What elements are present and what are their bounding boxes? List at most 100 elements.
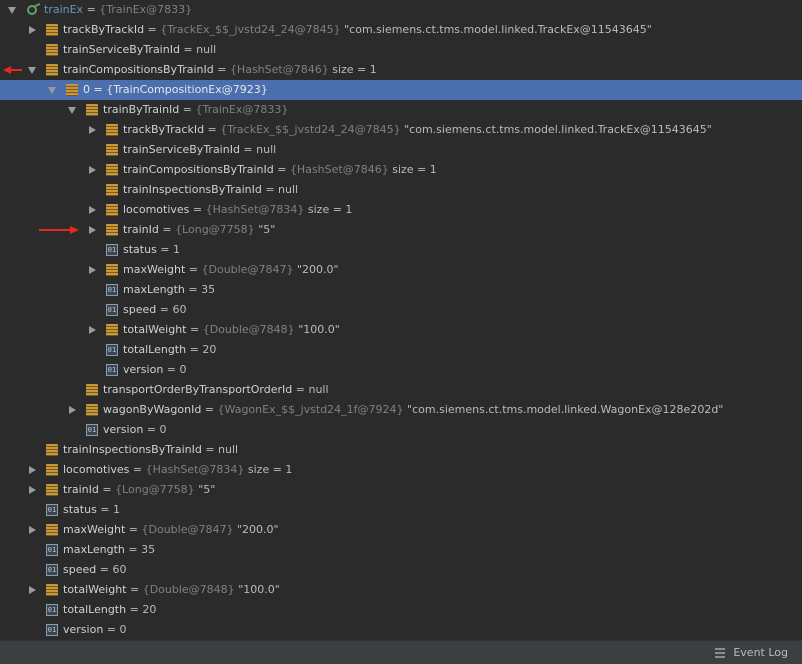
tree-row-label: version = 0 bbox=[103, 420, 167, 440]
collapse-toggle[interactable] bbox=[46, 80, 58, 100]
tree-row[interactable]: locomotives = {HashSet@7834} size = 1 bbox=[0, 200, 802, 220]
equals-sign: = bbox=[129, 463, 146, 476]
tree-row[interactable]: 01 speed = 60 bbox=[0, 300, 802, 320]
variable-name: status bbox=[123, 243, 157, 256]
tree-row[interactable]: trackByTrackId = {TrackEx_$$_jvstd24_24@… bbox=[0, 20, 802, 40]
tree-row-label: trainServiceByTrainId = null bbox=[63, 40, 216, 60]
variable-name: speed bbox=[123, 303, 157, 316]
tree-row[interactable]: 01 version = 0 bbox=[0, 620, 802, 640]
variable-name: wagonByWagonId bbox=[103, 403, 202, 416]
tree-row-label: maxLength = 35 bbox=[123, 280, 215, 300]
variable-name: trainCompositionsByTrainId bbox=[123, 163, 274, 176]
variable-value: null bbox=[196, 43, 217, 56]
tree-row[interactable]: totalWeight = {Double@7848} "100.0" bbox=[0, 580, 802, 600]
tree-row-label: totalLength = 20 bbox=[123, 340, 216, 360]
variable-name: trainCompositionsByTrainId bbox=[63, 63, 214, 76]
tree-row[interactable]: totalWeight = {Double@7848} "100.0" bbox=[0, 320, 802, 340]
tree-row[interactable]: 01 speed = 60 bbox=[0, 560, 802, 580]
object-reference: {Long@7758} bbox=[115, 483, 195, 496]
variable-value: 0 bbox=[159, 423, 167, 436]
tree-row[interactable]: wagonByWagonId = {WagonEx_$$_jvstd24_1f@… bbox=[0, 400, 802, 420]
expand-toggle[interactable] bbox=[86, 220, 98, 240]
tree-row[interactable]: trainId = {Long@7758} "5" bbox=[0, 480, 802, 500]
primitive-field-icon: 01 bbox=[106, 304, 118, 316]
tree-row-label: totalLength = 20 bbox=[63, 600, 156, 620]
object-reference: {Double@7847} bbox=[201, 263, 294, 276]
equals-sign: = bbox=[186, 323, 203, 336]
expand-toggle[interactable] bbox=[26, 20, 38, 40]
tree-row[interactable]: locomotives = {HashSet@7834} size = 1 bbox=[0, 460, 802, 480]
variable-value: "com.siemens.ct.tms.model.linked.WagonEx… bbox=[407, 403, 724, 416]
expand-toggle[interactable] bbox=[26, 480, 38, 500]
red-arrow-annotation bbox=[39, 226, 79, 234]
equals-sign: = bbox=[163, 363, 180, 376]
tree-row[interactable]: 01 version = 0 bbox=[0, 360, 802, 380]
expand-toggle[interactable] bbox=[26, 460, 38, 480]
tree-row[interactable]: 01 maxLength = 35 bbox=[0, 280, 802, 300]
field-icon bbox=[46, 64, 58, 76]
tree-row[interactable]: trainCompositionsByTrainId = {HashSet@78… bbox=[0, 60, 802, 80]
expand-toggle[interactable] bbox=[26, 520, 38, 540]
variable-name: maxLength bbox=[63, 543, 125, 556]
variable-name: version bbox=[103, 423, 144, 436]
tree-row[interactable]: 01 totalLength = 20 bbox=[0, 340, 802, 360]
tree-row[interactable]: 01 maxLength = 35 bbox=[0, 540, 802, 560]
variable-name: trainInspectionsByTrainId bbox=[123, 183, 262, 196]
primitive-field-icon: 01 bbox=[46, 604, 58, 616]
variable-value: "200.0" bbox=[237, 523, 279, 536]
variable-name: trainServiceByTrainId bbox=[123, 143, 240, 156]
collapse-toggle[interactable] bbox=[66, 100, 78, 120]
equals-sign: = bbox=[156, 303, 173, 316]
tree-row[interactable]: maxWeight = {Double@7847} "200.0" bbox=[0, 520, 802, 540]
object-reference: {HashSet@7834} bbox=[145, 463, 245, 476]
tree-row[interactable]: maxWeight = {Double@7847} "200.0" bbox=[0, 260, 802, 280]
expand-toggle[interactable] bbox=[66, 400, 78, 420]
tree-row-label: totalWeight = {Double@7848} "100.0" bbox=[63, 580, 280, 600]
variable-value: "100.0" bbox=[298, 323, 340, 336]
tree-row-label: trainInspectionsByTrainId = null bbox=[123, 180, 298, 200]
variable-name: transportOrderByTransportOrderId bbox=[103, 383, 293, 396]
equals-sign: = bbox=[186, 343, 203, 356]
tree-row[interactable]: trackByTrackId = {TrackEx_$$_jvstd24_24@… bbox=[0, 120, 802, 140]
expand-toggle[interactable] bbox=[86, 320, 98, 340]
expand-toggle[interactable] bbox=[86, 160, 98, 180]
tree-row[interactable]: transportOrderByTransportOrderId = null bbox=[0, 380, 802, 400]
expand-toggle[interactable] bbox=[86, 200, 98, 220]
variable-value: "200.0" bbox=[297, 263, 339, 276]
field-icon bbox=[86, 104, 98, 116]
tree-row[interactable]: trainInspectionsByTrainId = null bbox=[0, 440, 802, 460]
expand-toggle[interactable] bbox=[86, 260, 98, 280]
tree-row[interactable]: trainInspectionsByTrainId = null bbox=[0, 180, 802, 200]
equals-sign: = bbox=[125, 523, 142, 536]
tree-row[interactable]: trainEx = {TrainEx@7833} bbox=[0, 0, 802, 20]
equals-sign: = bbox=[103, 623, 120, 636]
tree-row[interactable]: trainServiceByTrainId = null bbox=[0, 40, 802, 60]
variable-value: size = 1 bbox=[332, 63, 377, 76]
field-icon bbox=[106, 164, 118, 176]
tree-row[interactable]: 0 = {TrainCompositionEx@7923} bbox=[0, 80, 802, 100]
variable-value: "5" bbox=[198, 483, 216, 496]
tree-row[interactable]: trainServiceByTrainId = null bbox=[0, 140, 802, 160]
variable-value: size = 1 bbox=[392, 163, 437, 176]
tree-row[interactable]: trainByTrainId = {TrainEx@7833} bbox=[0, 100, 802, 120]
chevron-right-icon bbox=[28, 586, 36, 594]
tree-row[interactable]: 01 totalLength = 20 bbox=[0, 600, 802, 620]
collapse-toggle[interactable] bbox=[26, 60, 38, 80]
event-log-button[interactable]: Event Log bbox=[715, 641, 788, 664]
tree-row[interactable]: trainId = {Long@7758} "5" bbox=[0, 220, 802, 240]
tree-row[interactable]: 01 status = 1 bbox=[0, 240, 802, 260]
primitive-field-icon: 01 bbox=[46, 624, 58, 636]
field-icon bbox=[46, 444, 58, 456]
object-reference: {TrackEx_$$_jvstd24_24@7845} bbox=[160, 23, 341, 36]
variable-name: locomotives bbox=[123, 203, 190, 216]
expand-toggle[interactable] bbox=[86, 120, 98, 140]
status-bar: Event Log bbox=[0, 640, 802, 664]
equals-sign: = bbox=[239, 143, 257, 156]
tree-row[interactable]: trainCompositionsByTrainId = {HashSet@78… bbox=[0, 160, 802, 180]
chevron-right-icon bbox=[88, 166, 96, 174]
tree-row[interactable]: 01 status = 1 bbox=[0, 500, 802, 520]
expand-toggle[interactable] bbox=[26, 580, 38, 600]
tree-row[interactable]: 01 version = 0 bbox=[0, 420, 802, 440]
tree-row-label: maxWeight = {Double@7847} "200.0" bbox=[63, 520, 279, 540]
collapse-toggle[interactable] bbox=[6, 0, 18, 20]
